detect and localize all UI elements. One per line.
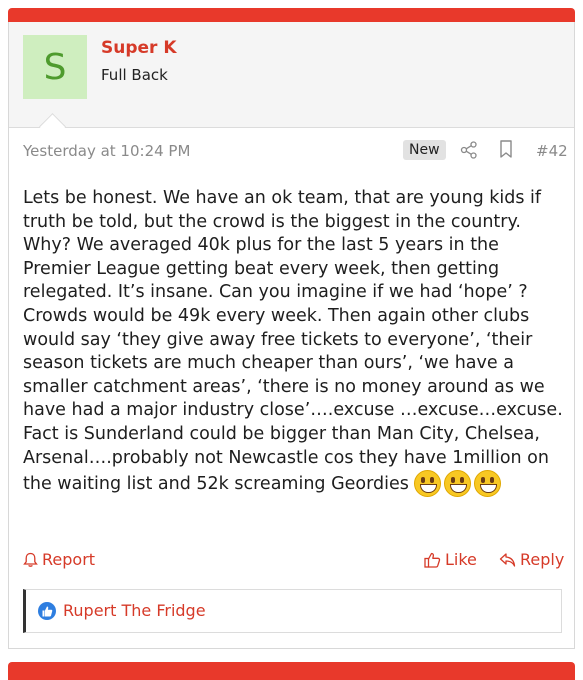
post-meta: Yesterday at 10:24 PM New #42 [9,128,574,174]
new-badge: New [403,140,446,160]
grinning-face-icon [474,470,502,498]
post-number-link[interactable]: #42 [536,142,568,160]
reply-arrow-icon [499,552,516,567]
like-reaction-icon [38,602,56,620]
bell-icon [23,552,38,567]
grinning-face-icon [444,470,472,498]
thumbs-up-icon [424,552,441,568]
post-actions: Report Like Reply [9,547,574,575]
like-button[interactable]: Like [424,550,477,569]
grinning-face-icon [414,470,442,498]
grinning-emoji-group [414,470,504,505]
bookmark-icon[interactable] [499,140,513,158]
post-date[interactable]: Yesterday at 10:24 PM [23,142,190,160]
user-info: S Super K Full Back [9,22,574,128]
post-text: Lets be honest. We have an ok team, that… [23,188,563,495]
reactions-bar: Rupert The Fridge [23,589,562,633]
like-label: Like [445,550,477,569]
share-icon[interactable] [460,141,478,159]
report-button[interactable]: Report [23,550,95,569]
post-header-bar [8,8,575,22]
reply-label: Reply [520,550,565,569]
username-link[interactable]: Super K [101,38,177,58]
post-body: Lets be honest. We have an ok team, that… [23,187,563,505]
reaction-user-link[interactable]: Rupert The Fridge [63,601,206,620]
reply-button[interactable]: Reply [499,550,564,569]
next-post-header-bar [8,662,575,680]
report-label: Report [42,550,96,569]
user-title: Full Back [101,66,168,84]
post-card: S Super K Full Back Yesterday at 10:24 P… [8,22,575,649]
avatar[interactable]: S [23,35,87,99]
